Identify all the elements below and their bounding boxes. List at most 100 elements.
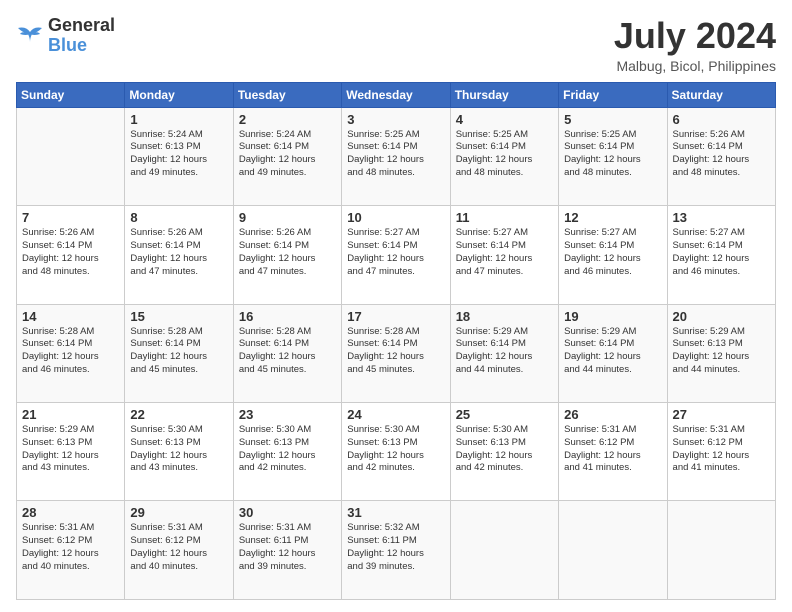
cell-details: Sunrise: 5:25 AM Sunset: 6:14 PM Dayligh… — [564, 129, 661, 180]
cell-details: Sunrise: 5:26 AM Sunset: 6:14 PM Dayligh… — [239, 227, 336, 278]
cell-details: Sunrise: 5:29 AM Sunset: 6:14 PM Dayligh… — [456, 326, 553, 377]
cell-details: Sunrise: 5:31 AM Sunset: 6:12 PM Dayligh… — [564, 424, 661, 475]
calendar-day-header: Tuesday — [233, 82, 341, 107]
day-number: 27 — [673, 407, 770, 422]
cell-details: Sunrise: 5:30 AM Sunset: 6:13 PM Dayligh… — [239, 424, 336, 475]
cell-details: Sunrise: 5:26 AM Sunset: 6:14 PM Dayligh… — [22, 227, 119, 278]
cell-details: Sunrise: 5:28 AM Sunset: 6:14 PM Dayligh… — [347, 326, 444, 377]
day-number: 5 — [564, 112, 661, 127]
day-number: 30 — [239, 505, 336, 520]
calendar-cell: 1 Sunrise: 5:24 AM Sunset: 6:13 PM Daylig… — [125, 107, 233, 205]
day-number: 31 — [347, 505, 444, 520]
day-number: 16 — [239, 309, 336, 324]
cell-details: Sunrise: 5:25 AM Sunset: 6:14 PM Dayligh… — [456, 129, 553, 180]
cell-details: Sunrise: 5:32 AM Sunset: 6:11 PM Dayligh… — [347, 522, 444, 573]
calendar-cell: 19 Sunrise: 5:29 AM Sunset: 6:14 PM Dayli… — [559, 304, 667, 402]
day-number: 3 — [347, 112, 444, 127]
cell-details: Sunrise: 5:30 AM Sunset: 6:13 PM Dayligh… — [130, 424, 227, 475]
calendar-cell: 2 Sunrise: 5:24 AM Sunset: 6:14 PM Daylig… — [233, 107, 341, 205]
cell-details: Sunrise: 5:27 AM Sunset: 6:14 PM Dayligh… — [456, 227, 553, 278]
calendar-day-header: Wednesday — [342, 82, 450, 107]
page: General Blue July 2024 Malbug, Bicol, Ph… — [0, 0, 792, 612]
calendar-cell: 10 Sunrise: 5:27 AM Sunset: 6:14 PM Dayli… — [342, 206, 450, 304]
day-number: 7 — [22, 210, 119, 225]
calendar-cell: 24 Sunrise: 5:30 AM Sunset: 6:13 PM Dayli… — [342, 403, 450, 501]
cell-details: Sunrise: 5:28 AM Sunset: 6:14 PM Dayligh… — [130, 326, 227, 377]
day-number: 12 — [564, 210, 661, 225]
day-number: 6 — [673, 112, 770, 127]
day-number: 28 — [22, 505, 119, 520]
cell-details: Sunrise: 5:25 AM Sunset: 6:14 PM Dayligh… — [347, 129, 444, 180]
calendar-week-row: 21 Sunrise: 5:29 AM Sunset: 6:13 PM Dayli… — [17, 403, 776, 501]
day-number: 14 — [22, 309, 119, 324]
day-number: 1 — [130, 112, 227, 127]
day-number: 24 — [347, 407, 444, 422]
day-number: 19 — [564, 309, 661, 324]
cell-details: Sunrise: 5:28 AM Sunset: 6:14 PM Dayligh… — [22, 326, 119, 377]
day-number: 8 — [130, 210, 227, 225]
cell-details: Sunrise: 5:31 AM Sunset: 6:12 PM Dayligh… — [130, 522, 227, 573]
cell-details: Sunrise: 5:26 AM Sunset: 6:14 PM Dayligh… — [130, 227, 227, 278]
cell-details: Sunrise: 5:28 AM Sunset: 6:14 PM Dayligh… — [239, 326, 336, 377]
calendar-cell: 3 Sunrise: 5:25 AM Sunset: 6:14 PM Daylig… — [342, 107, 450, 205]
calendar-cell: 11Sunrise: 5:27 AM Sunset: 6:14 PM Dayli… — [450, 206, 558, 304]
calendar-day-header: Thursday — [450, 82, 558, 107]
calendar-week-row: 1 Sunrise: 5:24 AM Sunset: 6:13 PM Daylig… — [17, 107, 776, 205]
logo-bird-icon — [16, 24, 44, 48]
calendar-cell: 5 Sunrise: 5:25 AM Sunset: 6:14 PM Daylig… — [559, 107, 667, 205]
calendar-cell: 25Sunrise: 5:30 AM Sunset: 6:13 PM Dayli… — [450, 403, 558, 501]
calendar-cell: 30 Sunrise: 5:31 AM Sunset: 6:11 PM Dayli… — [233, 501, 341, 600]
day-number: 26 — [564, 407, 661, 422]
location: Malbug, Bicol, Philippines — [614, 58, 776, 74]
day-number: 2 — [239, 112, 336, 127]
calendar-cell: 26 Sunrise: 5:31 AM Sunset: 6:12 PM Dayli… — [559, 403, 667, 501]
calendar-cell: 7 Sunrise: 5:26 AM Sunset: 6:14 PM Daylig… — [17, 206, 125, 304]
calendar-cell — [667, 501, 775, 600]
calendar-cell: 16 Sunrise: 5:28 AM Sunset: 6:14 PM Dayli… — [233, 304, 341, 402]
calendar-cell: 12 Sunrise: 5:27 AM Sunset: 6:14 PM Dayli… — [559, 206, 667, 304]
day-number: 10 — [347, 210, 444, 225]
calendar-cell: 22 Sunrise: 5:30 AM Sunset: 6:13 PM Dayli… — [125, 403, 233, 501]
cell-details: Sunrise: 5:30 AM Sunset: 6:13 PM Dayligh… — [347, 424, 444, 475]
cell-details: Sunrise: 5:27 AM Sunset: 6:14 PM Dayligh… — [564, 227, 661, 278]
calendar-cell: 6Sunrise: 5:26 AM Sunset: 6:14 PM Daylig… — [667, 107, 775, 205]
logo: General Blue — [16, 16, 115, 56]
day-number: 29 — [130, 505, 227, 520]
cell-details: Sunrise: 5:30 AM Sunset: 6:13 PM Dayligh… — [456, 424, 553, 475]
cell-details: Sunrise: 5:29 AM Sunset: 6:13 PM Dayligh… — [22, 424, 119, 475]
calendar-cell: 27 Sunrise: 5:31 AM Sunset: 6:12 PM Dayli… — [667, 403, 775, 501]
day-number: 20 — [673, 309, 770, 324]
day-number: 4 — [456, 112, 553, 127]
calendar-cell: 15 Sunrise: 5:28 AM Sunset: 6:14 PM Dayli… — [125, 304, 233, 402]
calendar-day-header: Sunday — [17, 82, 125, 107]
cell-details: Sunrise: 5:29 AM Sunset: 6:14 PM Dayligh… — [564, 326, 661, 377]
calendar-cell — [450, 501, 558, 600]
month-year: July 2024 — [614, 16, 776, 56]
calendar-header-row: SundayMondayTuesdayWednesdayThursdayFrid… — [17, 82, 776, 107]
calendar-cell: 8 Sunrise: 5:26 AM Sunset: 6:14 PM Daylig… — [125, 206, 233, 304]
calendar-week-row: 7 Sunrise: 5:26 AM Sunset: 6:14 PM Daylig… — [17, 206, 776, 304]
cell-details: Sunrise: 5:24 AM Sunset: 6:14 PM Dayligh… — [239, 129, 336, 180]
cell-details: Sunrise: 5:24 AM Sunset: 6:13 PM Dayligh… — [130, 129, 227, 180]
calendar-cell: 18Sunrise: 5:29 AM Sunset: 6:14 PM Dayli… — [450, 304, 558, 402]
day-number: 22 — [130, 407, 227, 422]
calendar-cell: 28 Sunrise: 5:31 AM Sunset: 6:12 PM Dayli… — [17, 501, 125, 600]
logo-text: General Blue — [48, 16, 115, 56]
cell-details: Sunrise: 5:31 AM Sunset: 6:12 PM Dayligh… — [22, 522, 119, 573]
day-number: 15 — [130, 309, 227, 324]
day-number: 9 — [239, 210, 336, 225]
day-number: 21 — [22, 407, 119, 422]
calendar-cell: 23Sunrise: 5:30 AM Sunset: 6:13 PM Dayli… — [233, 403, 341, 501]
calendar-table: SundayMondayTuesdayWednesdayThursdayFrid… — [16, 82, 776, 600]
calendar-week-row: 28 Sunrise: 5:31 AM Sunset: 6:12 PM Dayli… — [17, 501, 776, 600]
cell-details: Sunrise: 5:27 AM Sunset: 6:14 PM Dayligh… — [347, 227, 444, 278]
cell-details: Sunrise: 5:31 AM Sunset: 6:12 PM Dayligh… — [673, 424, 770, 475]
cell-details: Sunrise: 5:27 AM Sunset: 6:14 PM Dayligh… — [673, 227, 770, 278]
calendar-day-header: Monday — [125, 82, 233, 107]
title-block: July 2024 Malbug, Bicol, Philippines — [614, 16, 776, 74]
cell-details: Sunrise: 5:31 AM Sunset: 6:11 PM Dayligh… — [239, 522, 336, 573]
calendar-cell: 4 Sunrise: 5:25 AM Sunset: 6:14 PM Daylig… — [450, 107, 558, 205]
calendar-cell — [17, 107, 125, 205]
calendar-cell: 14 Sunrise: 5:28 AM Sunset: 6:14 PM Dayli… — [17, 304, 125, 402]
calendar-cell: 13Sunrise: 5:27 AM Sunset: 6:14 PM Dayli… — [667, 206, 775, 304]
